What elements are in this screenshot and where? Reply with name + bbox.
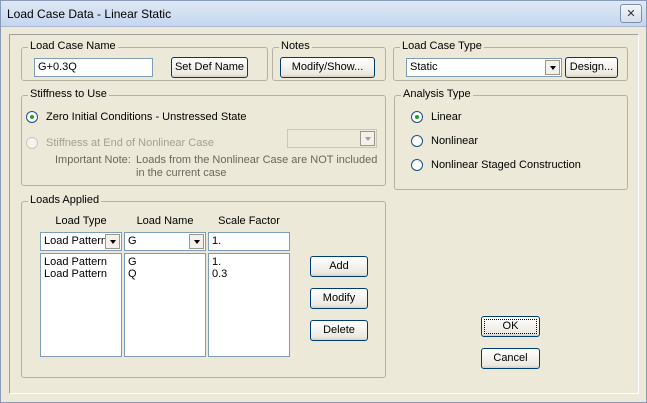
radio-linear-indicator[interactable]: [411, 111, 423, 123]
radio-linear-label: Linear: [431, 111, 462, 123]
load-name-header: Load Name: [136, 215, 194, 227]
stiffness-group: Stiffness to Use Zero Initial Conditions…: [21, 88, 386, 186]
load-case-type-group: Load Case Type Static Design...: [393, 40, 628, 81]
scale-factor-input[interactable]: 1.: [208, 232, 290, 251]
list-item[interactable]: Q: [128, 268, 202, 280]
load-type-select-value: Load Pattern: [44, 235, 107, 247]
important-note-text: Loads from the Nonlinear Case are NOT in…: [136, 154, 378, 179]
design-button[interactable]: Design...: [565, 57, 618, 78]
chevron-down-icon: [360, 131, 375, 146]
scale-factor-list[interactable]: 1. 0.3: [208, 253, 290, 357]
notes-label: Notes: [279, 40, 312, 52]
chevron-down-icon[interactable]: [189, 234, 204, 249]
radio-nonlinear-staged[interactable]: Nonlinear Staged Construction: [411, 159, 581, 171]
load-case-type-label: Load Case Type: [400, 40, 484, 52]
add-load-button[interactable]: Add: [310, 256, 368, 277]
load-case-type-value: Static: [410, 61, 438, 73]
list-item[interactable]: 1.: [212, 256, 286, 268]
load-case-name-group: Load Case Name G+0.3Q Set Def Name: [21, 40, 268, 81]
radio-nonlinear-indicator[interactable]: [411, 135, 423, 147]
dialog-body: Load Case Name G+0.3Q Set Def Name Notes…: [9, 34, 639, 394]
chevron-down-icon[interactable]: [545, 60, 560, 75]
load-case-name-input[interactable]: G+0.3Q: [34, 58, 153, 77]
radio-linear[interactable]: Linear: [411, 111, 462, 123]
loads-applied-group: Loads Applied Load Type Load Name Scale …: [21, 194, 386, 378]
radio-zero-initial-label: Zero Initial Conditions - Unstressed Sta…: [46, 111, 247, 123]
delete-load-button[interactable]: Delete: [310, 320, 368, 341]
load-name-select-value: G: [128, 235, 137, 247]
list-item[interactable]: G: [128, 256, 202, 268]
load-type-list[interactable]: Load Pattern Load Pattern: [40, 253, 122, 357]
notes-group: Notes Modify/Show...: [272, 40, 386, 81]
radio-nonlinear-staged-label: Nonlinear Staged Construction: [431, 159, 581, 171]
radio-nonlinear[interactable]: Nonlinear: [411, 135, 478, 147]
load-type-select[interactable]: Load Pattern: [40, 232, 122, 251]
load-case-dialog: Load Case Data - Linear Static ✕ Load Ca…: [0, 0, 647, 403]
set-def-name-button[interactable]: Set Def Name: [171, 57, 248, 78]
list-item[interactable]: Load Pattern: [44, 256, 118, 268]
title-bar: Load Case Data - Linear Static ✕: [1, 1, 646, 27]
close-icon: ✕: [626, 8, 636, 20]
modify-load-button[interactable]: Modify: [310, 288, 368, 309]
chevron-down-icon[interactable]: [105, 234, 120, 249]
window-title: Load Case Data - Linear Static: [7, 7, 172, 21]
load-case-type-select[interactable]: Static: [406, 58, 562, 77]
ok-button[interactable]: OK: [481, 316, 540, 337]
load-name-select[interactable]: G: [124, 232, 206, 251]
radio-stiffness-end-indicator[interactable]: [26, 137, 38, 149]
radio-zero-initial-indicator[interactable]: [26, 111, 38, 123]
important-note-label: Important Note:: [55, 154, 131, 166]
scale-factor-header: Scale Factor: [218, 215, 280, 227]
radio-nonlinear-staged-indicator[interactable]: [411, 159, 423, 171]
loads-applied-label: Loads Applied: [28, 194, 102, 206]
load-case-name-label: Load Case Name: [28, 40, 118, 52]
nonlinear-case-select: [287, 129, 377, 148]
close-button[interactable]: ✕: [620, 4, 642, 23]
analysis-type-label: Analysis Type: [401, 88, 473, 100]
load-name-list[interactable]: G Q: [124, 253, 206, 357]
stiffness-label: Stiffness to Use: [28, 88, 109, 100]
list-item[interactable]: 0.3: [212, 268, 286, 280]
analysis-type-group: Analysis Type Linear Nonlinear Nonlinear…: [394, 88, 628, 190]
radio-nonlinear-label: Nonlinear: [431, 135, 479, 147]
radio-stiffness-end-label: Stiffness at End of Nonlinear Case: [46, 137, 214, 149]
radio-zero-initial[interactable]: Zero Initial Conditions - Unstressed Sta…: [26, 111, 247, 123]
load-type-header: Load Type: [55, 215, 107, 227]
list-item[interactable]: Load Pattern: [44, 268, 118, 280]
radio-stiffness-end[interactable]: Stiffness at End of Nonlinear Case: [26, 137, 214, 149]
cancel-button[interactable]: Cancel: [481, 348, 540, 369]
modify-show-notes-button[interactable]: Modify/Show...: [280, 57, 375, 78]
